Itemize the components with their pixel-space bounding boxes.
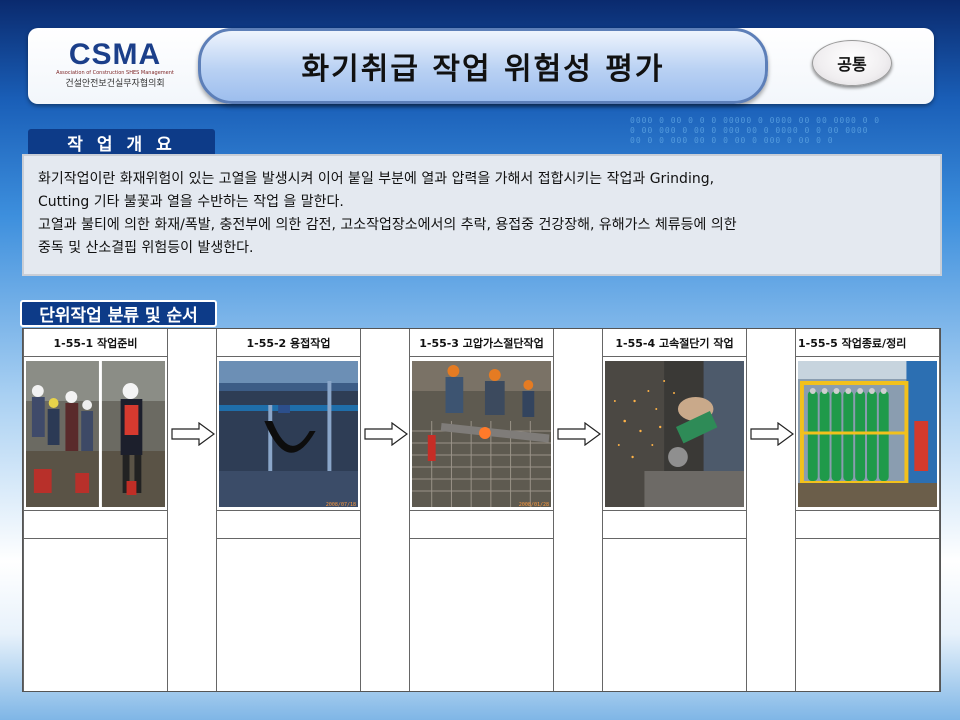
overview-line: 화기작업이란 화재위험이 있는 고열을 발생시켜 이어 붙일 부분에 열과 압력… [38, 171, 715, 187]
step-photo-cell [24, 357, 167, 511]
overview-line: 중독 및 산소결핍 위험등이 발생한다. [38, 240, 254, 256]
logo-text: CSMA [68, 38, 162, 71]
step-photo-cell [796, 357, 939, 511]
step-label: 1-55-2 용접작업 [217, 329, 360, 357]
step-column-1: 1-55-1 작업준비 [23, 329, 168, 691]
step-label: 1-55-4 고속절단기 작업 [603, 329, 746, 357]
page-title-pill: 화기취급 작업 위험성 평가 [198, 28, 768, 104]
step-empty-cell [603, 511, 746, 539]
step-column-4: 1-55-4 고속절단기 작업 [602, 329, 747, 691]
right-arrow-icon [557, 422, 601, 446]
step-photo-gas-cutting [412, 361, 551, 507]
step-photo-high-speed-cutter [605, 361, 744, 507]
page-title: 화기취급 작업 위험성 평가 [301, 52, 665, 87]
step-empty-cell [217, 511, 360, 539]
step-label: 1-55-5 작업종료/정리 [796, 329, 939, 357]
photo-date-stamp: 2008/01/28 [518, 502, 549, 508]
step-empty-cell [796, 511, 939, 539]
right-arrow-icon [750, 422, 794, 446]
step-photo-welding [219, 361, 358, 507]
step-photo-cell: 2008/01/28 [410, 357, 553, 511]
step-label: 1-55-3 고압가스절단작업 [410, 329, 553, 357]
step-photo-cell: 2008/07/18 [217, 357, 360, 511]
step-photo-cleanup [798, 361, 937, 507]
background-binary-pattern: 0000 0 00 0 0 0 00000 0 0000 00 00 0000 … [630, 116, 881, 145]
steps-table: 1-55-1 작업준비 1-55-2 용접작업 2008/07/18 1-55-… [22, 328, 941, 692]
right-arrow-icon [364, 422, 408, 446]
step-empty-cell [24, 511, 167, 539]
overview-line: Cutting 기타 불꽃과 열을 수반하는 작업 을 말한다. [38, 194, 344, 210]
right-arrow-icon [171, 422, 215, 446]
step-column-2: 1-55-2 용접작업 2008/07/18 [216, 329, 361, 691]
step-empty-cell [410, 511, 553, 539]
logo-korean: 건설안전보건실무자협의회 [65, 79, 165, 89]
step-column-3: 1-55-3 고압가스절단작업 2008/01/28 [409, 329, 554, 691]
step-photo-work-preparation [26, 361, 165, 507]
overview-tab: 작업개요 [28, 129, 215, 156]
photo-date-stamp: 2008/07/18 [325, 502, 356, 508]
logo-subtitle: Association of Construction SHES Managem… [56, 70, 174, 76]
common-badge: 공통 [812, 40, 892, 86]
overview-line: 고열과 불티에 의한 화재/폭발, 충전부에 의한 감전, 고소작업장소에서의 … [38, 217, 737, 233]
step-photo-cell [603, 357, 746, 511]
csma-logo: CSMA Association of Construction SHES Ma… [56, 40, 174, 96]
step-column-5: 1-55-5 작업종료/정리 [795, 329, 940, 691]
steps-section-tab: 단위작업 분류 및 순서 [20, 300, 217, 327]
step-label: 1-55-1 작업준비 [24, 329, 167, 357]
overview-box: 화기작업이란 화재위험이 있는 고열을 발생시켜 이어 붙일 부분에 열과 압력… [22, 154, 942, 276]
